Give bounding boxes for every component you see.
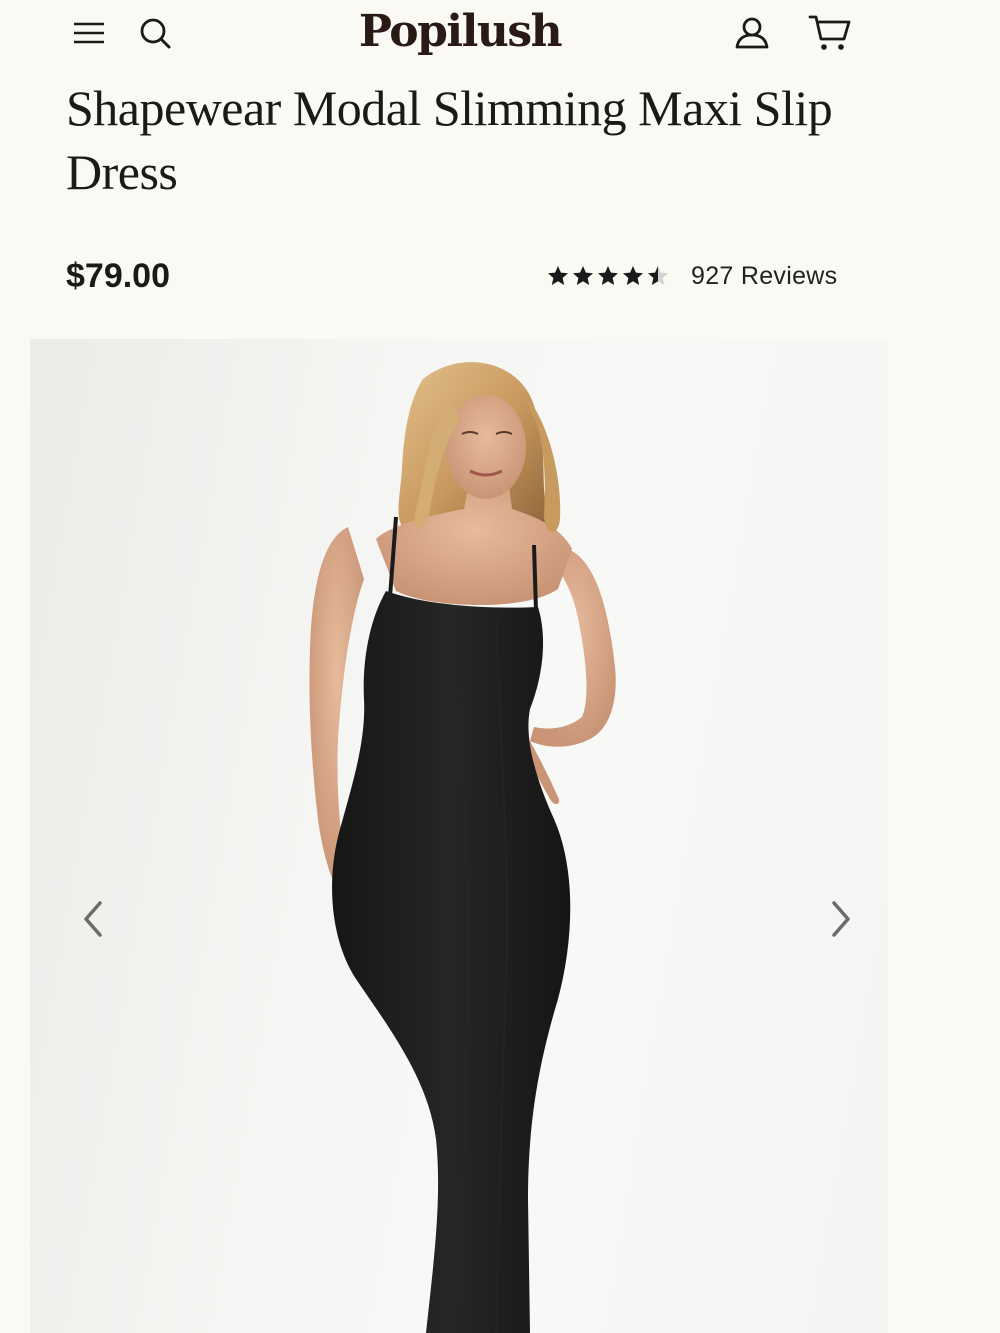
user-icon: [735, 17, 769, 49]
rating-summary[interactable]: 927 Reviews: [546, 254, 856, 298]
star-icon: [548, 266, 568, 285]
review-count-link[interactable]: 927 Reviews: [691, 262, 837, 291]
cart-icon: [808, 15, 851, 50]
previous-image-button[interactable]: [68, 889, 118, 949]
account-button[interactable]: [728, 12, 776, 54]
chevron-left-icon: [84, 901, 102, 937]
star-icon: [623, 266, 643, 285]
product-image-gallery[interactable]: [30, 339, 888, 1333]
brand-logo[interactable]: Popilush: [320, 2, 600, 62]
product-title: Shapewear Modal Slimming Maxi Slip Dress: [66, 80, 833, 200]
cart-button[interactable]: [804, 10, 856, 56]
next-image-button[interactable]: [816, 889, 866, 949]
site-header: Popilush: [0, 0, 1000, 70]
menu-icon: [74, 22, 104, 44]
half-star-icon: [648, 266, 668, 285]
star-icon: [573, 266, 593, 285]
star-icon: [598, 266, 618, 285]
search-button[interactable]: [132, 12, 178, 54]
product-page: Popilush Shapewear Modal Slimming Maxi S…: [0, 0, 1000, 1333]
product-price: $79.00: [66, 257, 170, 295]
menu-button[interactable]: [66, 12, 112, 54]
search-icon: [140, 18, 171, 49]
product-photo: [309, 362, 616, 1333]
star-rating: [546, 264, 671, 288]
chevron-right-icon: [832, 901, 850, 937]
